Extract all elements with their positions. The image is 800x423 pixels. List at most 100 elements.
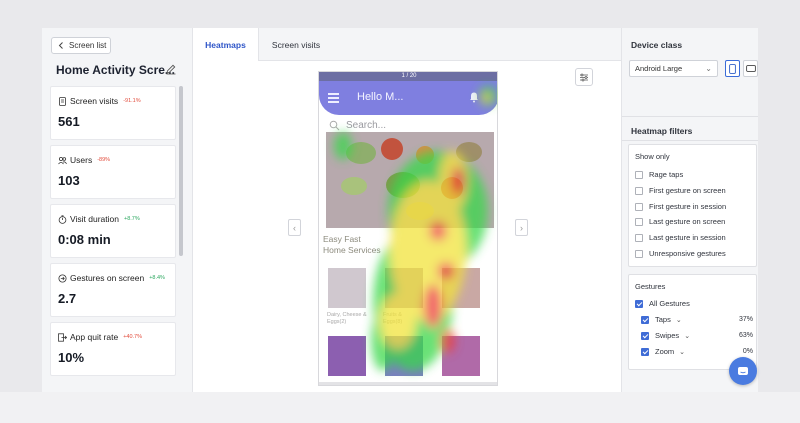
filter-option-rage-taps[interactable]: Rage taps [635, 170, 683, 179]
banner-caption-line: Easy Fast [323, 234, 361, 244]
gesture-row-zoom[interactable]: Zoom ⌄ 0% [641, 347, 753, 356]
metrics-scrollbar[interactable] [179, 86, 183, 256]
app-title: Hello M... [357, 91, 404, 103]
heatmap-settings-button[interactable] [575, 68, 593, 86]
chevron-down-icon[interactable]: ⌄ [679, 348, 685, 356]
device-class-value: Android Large [635, 64, 683, 73]
chevron-left-icon: ‹ [293, 222, 296, 233]
app-search-bar: Search... [329, 118, 489, 132]
checkbox[interactable] [635, 217, 643, 226]
metric-card: Visit duration +8.7% 0:08 min [50, 204, 176, 258]
previous-screenshot-button[interactable]: ‹ [288, 219, 301, 236]
metric-delta: +8.7% [123, 216, 140, 222]
gesture-row-taps[interactable]: Taps ⌄ 37% [641, 315, 753, 324]
metric-label: Gestures on screen [70, 273, 145, 283]
filter-option-label: Last gesture on screen [649, 217, 726, 226]
metric-label: Users [70, 155, 93, 165]
chevron-right-icon: › [520, 222, 523, 233]
product-image [385, 336, 423, 376]
metric-card: Gestures on screen +8.4% 2.7 [50, 263, 176, 317]
back-label: Screen list [69, 41, 107, 50]
metric-delta: -89% [97, 157, 111, 163]
checkbox[interactable] [635, 202, 643, 211]
chevron-left-icon [58, 42, 63, 49]
phone-screenshot: 1 / 20 Hello M... Search... Easy Fast Ho… [318, 71, 498, 386]
device-class-select[interactable]: Android Large ⌄ [629, 60, 718, 77]
metric-card: Users -89% 103 [50, 145, 176, 199]
filter-option-label: Rage taps [649, 170, 684, 179]
checkbox[interactable] [641, 331, 649, 340]
filter-option-last-gesture-session[interactable]: Last gesture in session [635, 233, 726, 242]
checkbox[interactable] [641, 347, 649, 356]
chevron-down-icon[interactable]: ⌄ [676, 316, 682, 324]
show-only-box: Show only Rage taps First gesture on scr… [628, 144, 757, 267]
sliders-icon [580, 73, 588, 81]
app-frame: Screen list Home Activity Scre... Screen… [42, 28, 758, 392]
gesture-label: Taps [655, 315, 671, 324]
product-image [328, 268, 366, 308]
checkbox[interactable] [635, 170, 643, 179]
checkbox[interactable] [635, 299, 643, 308]
show-only-title: Show only [635, 152, 670, 161]
heatmap-filters-title: Heatmap filters [631, 126, 693, 136]
filter-option-unresponsive[interactable]: Unresponsive gestures [635, 249, 726, 258]
metrics-list: Screen visits -91.1% 561 Users -89% 103 … [50, 86, 176, 381]
tablet-view-button[interactable] [743, 60, 758, 77]
product-image [328, 336, 366, 376]
gesture-icon [58, 274, 67, 282]
phone-view-button[interactable] [725, 60, 740, 77]
product-label: Eggs(8) [383, 319, 403, 325]
product-label: Fruits & [383, 312, 402, 318]
product-label: Eggs(2) [327, 319, 347, 325]
product-image [442, 268, 480, 308]
bell-icon [470, 92, 478, 103]
product-label: Dairy, Cheese & [327, 312, 367, 318]
filter-option-first-gesture-screen[interactable]: First gesture on screen [635, 186, 726, 195]
checkbox[interactable] [641, 315, 649, 324]
app-search-placeholder: Search... [346, 119, 387, 131]
checkbox[interactable] [635, 249, 643, 258]
next-screenshot-button[interactable]: › [515, 219, 528, 236]
gestures-title: Gestures [635, 282, 666, 291]
gesture-row-swipes[interactable]: Swipes ⌄ 63% [641, 331, 753, 340]
screen-details-panel: Screen list Home Activity Scre... Screen… [42, 28, 193, 392]
chevron-down-icon: ⌄ [705, 64, 712, 73]
filter-option-first-gesture-session[interactable]: First gesture in session [635, 202, 726, 211]
product-image [385, 268, 423, 308]
chat-icon [738, 366, 748, 375]
back-to-screen-list-button[interactable]: Screen list [51, 37, 111, 54]
gesture-percentage: 37% [738, 316, 753, 323]
tab-screen-visits[interactable]: Screen visits [259, 28, 333, 61]
filter-option-label: Last gesture in session [649, 233, 726, 242]
tablet-icon [745, 65, 756, 72]
metric-value: 103 [58, 173, 80, 188]
metric-delta: -91.1% [123, 98, 141, 104]
filter-option-label: First gesture in session [649, 202, 727, 211]
gesture-percentage: 63% [738, 332, 753, 339]
all-gestures-option[interactable]: All Gestures [635, 299, 690, 308]
metric-value: 0:08 min [58, 232, 111, 247]
product-row [328, 336, 497, 376]
tab-heatmaps[interactable]: Heatmaps [193, 28, 259, 61]
product-row [328, 268, 497, 308]
checkbox[interactable] [635, 186, 643, 195]
divider [622, 116, 758, 117]
quit-icon [58, 332, 67, 342]
chevron-down-icon[interactable]: ⌄ [684, 332, 690, 340]
checkbox[interactable] [635, 233, 643, 242]
metric-card: App quit rate +40.7% 10% [50, 322, 176, 376]
product-image [442, 336, 480, 376]
filter-option-last-gesture-screen[interactable]: Last gesture on screen [635, 217, 725, 226]
screen-title: Home Activity Scre... [56, 63, 175, 77]
heatmap-canvas: ‹ › 1 / 20 Hello M... Search... Easy Fas… [193, 61, 621, 392]
chat-support-button[interactable] [729, 357, 757, 385]
metric-delta: +40.7% [123, 334, 143, 340]
edit-icon[interactable] [165, 63, 177, 75]
metric-label: Visit duration [70, 214, 119, 224]
metric-label: Screen visits [70, 96, 119, 106]
metric-card: Screen visits -91.1% 561 [50, 86, 176, 140]
metric-label: App quit rate [70, 332, 119, 342]
filter-option-label: First gesture on screen [649, 186, 726, 195]
bottom-strip [0, 392, 800, 423]
banner-image [326, 132, 494, 228]
